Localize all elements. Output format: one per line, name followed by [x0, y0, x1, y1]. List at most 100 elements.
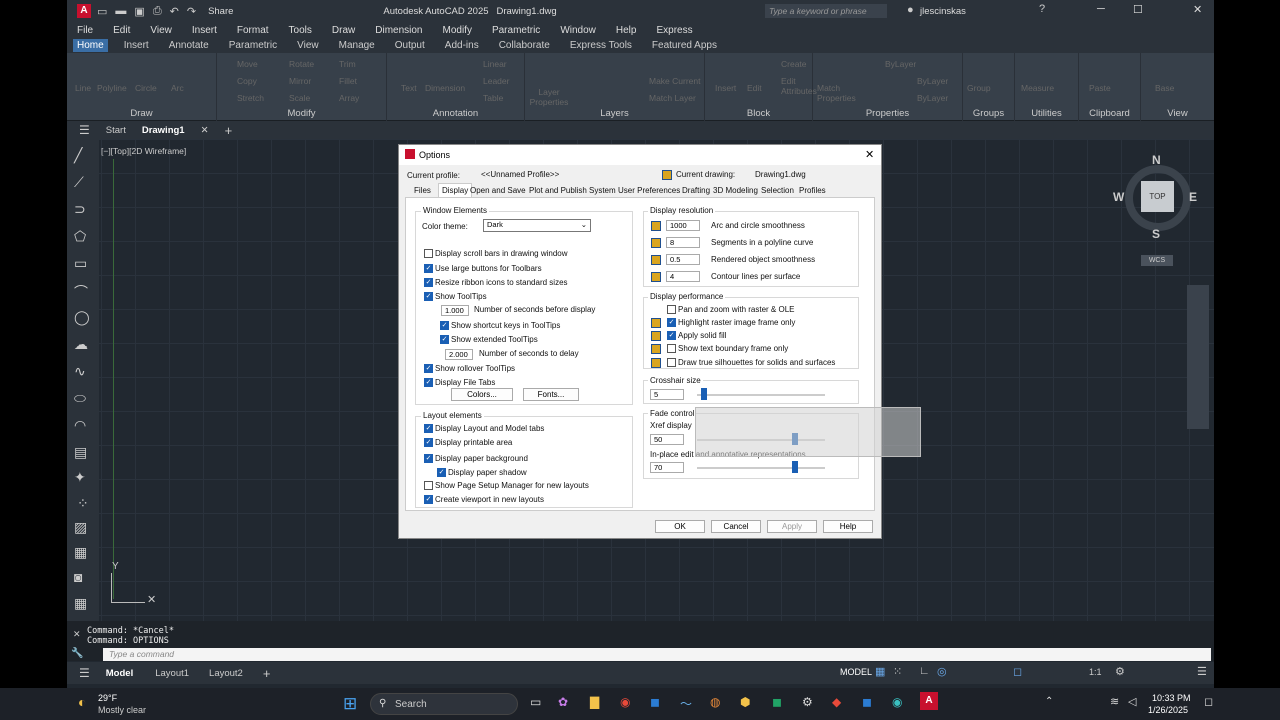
tab-plot-and-publish[interactable]: Plot and Publish — [529, 186, 587, 195]
volume-icon[interactable]: ◁ — [1128, 695, 1136, 708]
menu-express[interactable]: Express — [656, 25, 692, 36]
inplace-slider-thumb[interactable] — [792, 461, 798, 473]
search-input[interactable]: Type a keyword or phrase — [765, 4, 887, 18]
menu-window[interactable]: Window — [560, 25, 596, 36]
user-name[interactable]: jlescinskas — [920, 6, 966, 17]
checkbox-page-setup[interactable] — [424, 481, 433, 490]
tool-stretch[interactable]: Stretch — [237, 93, 264, 103]
task-view-icon[interactable]: ▭ — [530, 695, 541, 709]
viewcube-top-face[interactable]: TOP — [1141, 181, 1174, 212]
tool-base[interactable]: Base — [1155, 83, 1174, 93]
checkbox-extended-tooltips[interactable]: ✓ — [440, 335, 449, 344]
make-block-icon[interactable]: ✦ — [74, 469, 86, 486]
tab-featured-apps[interactable]: Featured Apps — [648, 39, 721, 52]
hatch-icon[interactable]: ▨ — [74, 519, 87, 536]
color-theme-select[interactable]: Dark ⌄ — [483, 219, 591, 232]
app-icon-3[interactable]: ⬢ — [740, 695, 750, 709]
tool-rotate[interactable]: Rotate — [289, 59, 314, 69]
panel-properties-title[interactable]: Properties — [813, 108, 962, 119]
tab-profiles[interactable]: Profiles — [799, 186, 826, 195]
input-seconds-delay[interactable]: 2.000 — [445, 349, 473, 360]
menu-tools[interactable]: Tools — [289, 25, 312, 36]
input-polyline-segments[interactable]: 8 — [666, 237, 700, 248]
print-icon[interactable]: ⎙ — [153, 5, 162, 18]
crosshair-slider-thumb[interactable] — [701, 388, 707, 400]
outlook-icon[interactable]: ◼ — [650, 695, 660, 709]
undo-icon[interactable]: ↶ — [170, 5, 179, 18]
tab-files[interactable]: Files — [414, 186, 431, 195]
maximize-icon[interactable]: ☐ — [1133, 3, 1143, 16]
arc-icon[interactable]: ⌒ — [74, 282, 88, 302]
tool-copy[interactable]: Copy — [237, 76, 257, 86]
tool-dimension[interactable]: Dimension — [425, 83, 465, 93]
tool-insert[interactable]: Insert — [715, 83, 736, 93]
checkbox-true-silhouettes[interactable] — [667, 358, 676, 367]
checkbox-show-tooltips[interactable]: ✓ — [424, 292, 433, 301]
panel-draw-title[interactable]: Draw — [67, 108, 216, 119]
dialog-close-icon[interactable]: ✕ — [865, 148, 874, 161]
menu-file[interactable]: File — [77, 25, 93, 36]
navigation-bar[interactable] — [1187, 285, 1209, 429]
menu-edit[interactable]: Edit — [113, 25, 130, 36]
tool-table[interactable]: Table — [483, 93, 503, 103]
panel-annotation-title[interactable]: Annotation — [387, 108, 524, 119]
compass-south[interactable]: S — [1152, 227, 1160, 241]
checkbox-file-tabs[interactable]: ✓ — [424, 378, 433, 387]
rectangle-icon[interactable]: ▭ — [74, 255, 87, 272]
tool-measure[interactable]: Measure — [1021, 83, 1054, 93]
command-input[interactable]: Type a command — [103, 648, 1211, 661]
ellipse-arc-icon[interactable]: ◠ — [74, 417, 86, 434]
hamburger-icon[interactable]: ☰ — [79, 666, 90, 680]
tab-open-and-save[interactable]: Open and Save — [470, 186, 526, 195]
tab-drafting[interactable]: Drafting — [682, 186, 710, 195]
menu-dimension[interactable]: Dimension — [375, 25, 422, 36]
spline-icon[interactable]: ∿ — [74, 363, 86, 380]
checkbox-create-viewport[interactable]: ✓ — [424, 495, 433, 504]
linetype-bylayer[interactable]: ByLayer — [917, 76, 948, 86]
tab-annotate[interactable]: Annotate — [165, 39, 213, 52]
tab-parametric[interactable]: Parametric — [225, 39, 281, 52]
tab-user-preferences[interactable]: User Preferences — [618, 186, 680, 195]
tab-layout1[interactable]: Layout1 — [155, 668, 189, 679]
tab-home[interactable]: Home — [73, 39, 108, 52]
inplace-slider-track[interactable] — [697, 467, 825, 469]
windows-start-icon[interactable]: ⊞ — [343, 694, 357, 714]
circle-icon[interactable]: ◯ — [74, 309, 90, 326]
panel-utilities-title[interactable]: Utilities — [1015, 108, 1078, 119]
input-xref-display[interactable]: 50 — [650, 434, 684, 445]
weather-temp[interactable]: 29°F — [98, 693, 117, 703]
acrobat-icon[interactable]: ◆ — [832, 695, 841, 709]
panel-block-title[interactable]: Block — [705, 108, 812, 119]
fonts-button[interactable]: Fonts... — [523, 388, 579, 401]
colors-button[interactable]: Colors... — [451, 388, 513, 401]
tray-chevron-icon[interactable]: ⌃ — [1045, 696, 1053, 707]
weather-icon[interactable]: ◐ — [78, 694, 86, 710]
wcs-menu[interactable]: WCS — [1141, 255, 1173, 266]
viewport-controls[interactable]: [−][Top][2D Wireframe] — [101, 146, 186, 156]
menu-icon[interactable]: ☰ — [79, 123, 90, 137]
tab-view[interactable]: View — [293, 39, 323, 52]
tab-start[interactable]: Start — [106, 125, 126, 136]
tool-match-layer[interactable]: Match Layer — [649, 93, 696, 103]
crosshair-slider-track[interactable] — [697, 394, 825, 396]
copilot-icon[interactable]: ✿ — [558, 695, 568, 709]
menu-format[interactable]: Format — [237, 25, 269, 36]
input-crosshair-size[interactable]: 5 — [650, 389, 684, 400]
taskbar-search[interactable]: ⚲ Search — [370, 693, 518, 715]
save-icon[interactable]: ▣ — [134, 5, 144, 18]
panel-groups-title[interactable]: Groups — [963, 108, 1014, 119]
new-tab-icon[interactable]: + — [225, 123, 233, 138]
menu-view[interactable]: View — [150, 25, 172, 36]
app-icon[interactable]: 〜 — [680, 695, 692, 712]
tab-output[interactable]: Output — [391, 39, 429, 52]
close-command-icon[interactable]: ✕ — [73, 629, 81, 640]
menu-modify[interactable]: Modify — [443, 25, 472, 36]
input-inplace-edit[interactable]: 70 — [650, 462, 684, 473]
construction-line-icon[interactable]: ⟋ — [74, 174, 84, 191]
tool-leader[interactable]: Leader — [483, 76, 509, 86]
checkbox-shortcut-keys[interactable]: ✓ — [440, 321, 449, 330]
file-explorer-icon[interactable]: ▇ — [590, 695, 599, 709]
input-rendered-smoothness[interactable]: 0.5 — [666, 254, 700, 265]
open-icon[interactable]: ▬ — [115, 5, 126, 17]
taskbar-date[interactable]: 1/26/2025 — [1148, 705, 1188, 715]
